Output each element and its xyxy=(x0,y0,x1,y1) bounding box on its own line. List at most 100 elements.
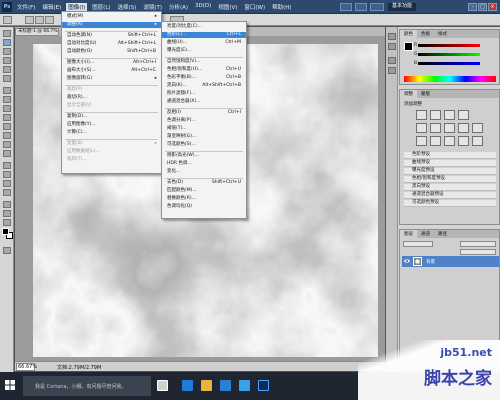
hue-saturation-icon[interactable] xyxy=(430,123,441,133)
exposure-icon[interactable] xyxy=(458,110,469,120)
color-balance-icon[interactable] xyxy=(444,123,455,133)
preset-exposure[interactable]: 曝光度预设 xyxy=(404,168,496,175)
brush-panel-icon[interactable] xyxy=(388,57,396,64)
menu-edit[interactable]: 编辑(E) xyxy=(40,3,63,11)
actions-panel-icon[interactable] xyxy=(388,43,396,50)
black-white-icon[interactable] xyxy=(458,123,469,133)
tab-paths[interactable]: 路径 xyxy=(434,230,451,238)
color-fg-chip[interactable] xyxy=(404,42,413,51)
preset-hue-saturation[interactable]: 色相/饱和度预设 xyxy=(404,176,496,183)
blur-tool-icon[interactable] xyxy=(3,141,11,148)
adjust-menu-item[interactable]: 色调分离(P)... xyxy=(162,118,246,124)
path-select-tool-icon[interactable] xyxy=(3,180,11,187)
zoom-level-dropdown[interactable] xyxy=(370,3,384,11)
levels-icon[interactable] xyxy=(430,110,441,120)
preset-selective-color[interactable]: 可选颜色预设 xyxy=(404,200,496,207)
3d-rotate-tool-icon[interactable] xyxy=(3,201,11,208)
tab-styles[interactable]: 样式 xyxy=(434,30,451,38)
zoom-field[interactable]: 66.67% xyxy=(16,363,37,371)
adjust-menu-item[interactable]: 替换颜色(R)... xyxy=(162,196,246,202)
tab-channels[interactable]: 通道 xyxy=(417,230,434,238)
qq-icon[interactable] xyxy=(239,380,250,391)
photoshop-task-icon[interactable] xyxy=(258,380,269,391)
clone-stamp-tool-icon[interactable] xyxy=(3,105,11,112)
quick-select-tool-icon[interactable] xyxy=(3,57,11,64)
hand-tool-icon[interactable] xyxy=(3,210,11,217)
menu-window[interactable]: 窗口(W) xyxy=(242,3,267,11)
adjust-menu-item[interactable]: 反相(I) Ctrl+I xyxy=(162,110,246,116)
menu-analysis[interactable]: 分析(A) xyxy=(167,3,190,11)
pen-tool-icon[interactable] xyxy=(3,162,11,169)
store-icon[interactable] xyxy=(220,380,231,391)
file-explorer-icon[interactable] xyxy=(201,380,212,391)
quick-mask-icon[interactable] xyxy=(3,247,11,254)
image-menu-item[interactable]: 调整(A) ▸ xyxy=(62,22,161,28)
brightness-contrast-icon[interactable] xyxy=(416,110,427,120)
adjust-menu-item[interactable]: 色调均化(Q) xyxy=(162,204,246,210)
windows-start-icon[interactable] xyxy=(5,380,15,390)
type-tool-icon[interactable] xyxy=(3,171,11,178)
cortana-search-box[interactable]: 我是 Cortana，小娜。有问题尽管问我。 xyxy=(23,376,151,396)
tab-swatches[interactable]: 色板 xyxy=(417,30,434,38)
document-size-info[interactable]: 文档:2.79M/2.79M xyxy=(57,364,101,371)
image-menu-item[interactable]: 图像旋转(G) ▸ xyxy=(62,76,161,82)
zoom-tool-icon[interactable] xyxy=(3,219,11,226)
opacity-field[interactable] xyxy=(460,241,496,247)
history-panel-icon[interactable] xyxy=(388,33,396,40)
adjust-menu-item[interactable]: 照片滤镜(F)... xyxy=(162,91,246,97)
adjust-menu-item[interactable]: 亮度/对比度(C)... xyxy=(162,24,246,30)
menu-view[interactable]: 视图(V) xyxy=(216,3,239,11)
shape-tool-icon[interactable] xyxy=(3,189,11,196)
adjust-menu-item[interactable]: 自然饱和度(V)... xyxy=(162,59,246,65)
menu-filter[interactable]: 滤镜(T) xyxy=(141,3,164,11)
menu-image[interactable]: 图像(I) xyxy=(66,3,88,11)
tab-adjustments[interactable]: 调整 xyxy=(400,90,417,98)
menu-help[interactable]: 帮助(H) xyxy=(270,3,293,11)
gradient-tool-icon[interactable] xyxy=(3,132,11,139)
image-menu-item[interactable]: 自动对比度(U) Alt+Shift+Ctrl+L xyxy=(62,41,161,47)
history-brush-tool-icon[interactable] xyxy=(3,114,11,121)
bridge-button[interactable] xyxy=(340,3,352,11)
tab-layers[interactable]: 图层 xyxy=(400,230,417,238)
eyedropper-tool-icon[interactable] xyxy=(3,75,11,82)
tool-preset-picker[interactable] xyxy=(3,16,12,24)
subtract-selection-icon[interactable] xyxy=(45,16,54,24)
foreground-color-swatch[interactable] xyxy=(2,228,9,235)
preset-channel-mixer[interactable]: 通道混合器预设 xyxy=(404,192,496,199)
color-spectrum-bar[interactable] xyxy=(404,76,496,82)
marquee-tool-icon[interactable] xyxy=(3,39,11,46)
posterize-icon[interactable] xyxy=(430,136,441,146)
adjust-menu-item[interactable]: 色阶(L)... Ctrl+L xyxy=(162,32,246,38)
vibrance-icon[interactable] xyxy=(416,123,427,133)
curves-icon[interactable] xyxy=(444,110,455,120)
image-menu-item[interactable]: 图像大小(I)... Alt+Ctrl+I xyxy=(62,60,161,66)
adjust-menu-item[interactable]: 可选颜色(S)... xyxy=(162,142,246,148)
adjust-menu-item[interactable]: 变化... xyxy=(162,169,246,175)
image-menu-item[interactable]: 计算(C)... xyxy=(62,130,161,136)
adjust-menu-item[interactable]: 通道混合器(X)... xyxy=(162,99,246,105)
menu-file[interactable]: 文件(F) xyxy=(15,3,37,11)
lasso-tool-icon[interactable] xyxy=(3,48,11,55)
close-button[interactable]: × xyxy=(488,3,497,11)
invert-icon[interactable] xyxy=(416,136,427,146)
preset-levels[interactable]: 色阶预设 xyxy=(404,152,496,159)
image-menu-item[interactable]: 自动颜色(O) Shift+Ctrl+B xyxy=(62,49,161,55)
workspace-switcher[interactable]: 基本功能 xyxy=(388,3,417,11)
preset-black-white[interactable]: 黑白预设 xyxy=(404,184,496,191)
clone-source-panel-icon[interactable] xyxy=(388,67,396,74)
adjust-menu-item[interactable]: 匹配颜色(M)... xyxy=(162,188,246,194)
tab-color[interactable]: 颜色 xyxy=(400,30,417,38)
channel-g-slider[interactable] xyxy=(418,53,480,56)
image-menu-item[interactable]: 自动色调(N) Shift+Ctrl+L xyxy=(62,33,161,39)
threshold-icon[interactable] xyxy=(444,136,455,146)
blend-mode-dropdown[interactable] xyxy=(403,241,433,247)
adjust-menu-item[interactable]: 黑白(K)... Alt+Shift+Ctrl+B xyxy=(162,83,246,89)
task-view-icon[interactable] xyxy=(157,380,168,391)
image-menu-item[interactable]: 复制(D)... xyxy=(62,114,161,120)
photo-filter-icon[interactable] xyxy=(472,123,483,133)
visibility-eye-icon[interactable] xyxy=(404,258,410,264)
move-tool-icon[interactable] xyxy=(3,30,11,37)
fill-field[interactable] xyxy=(460,249,496,255)
channel-r-slider[interactable] xyxy=(418,44,480,47)
dodge-tool-icon[interactable] xyxy=(3,150,11,157)
